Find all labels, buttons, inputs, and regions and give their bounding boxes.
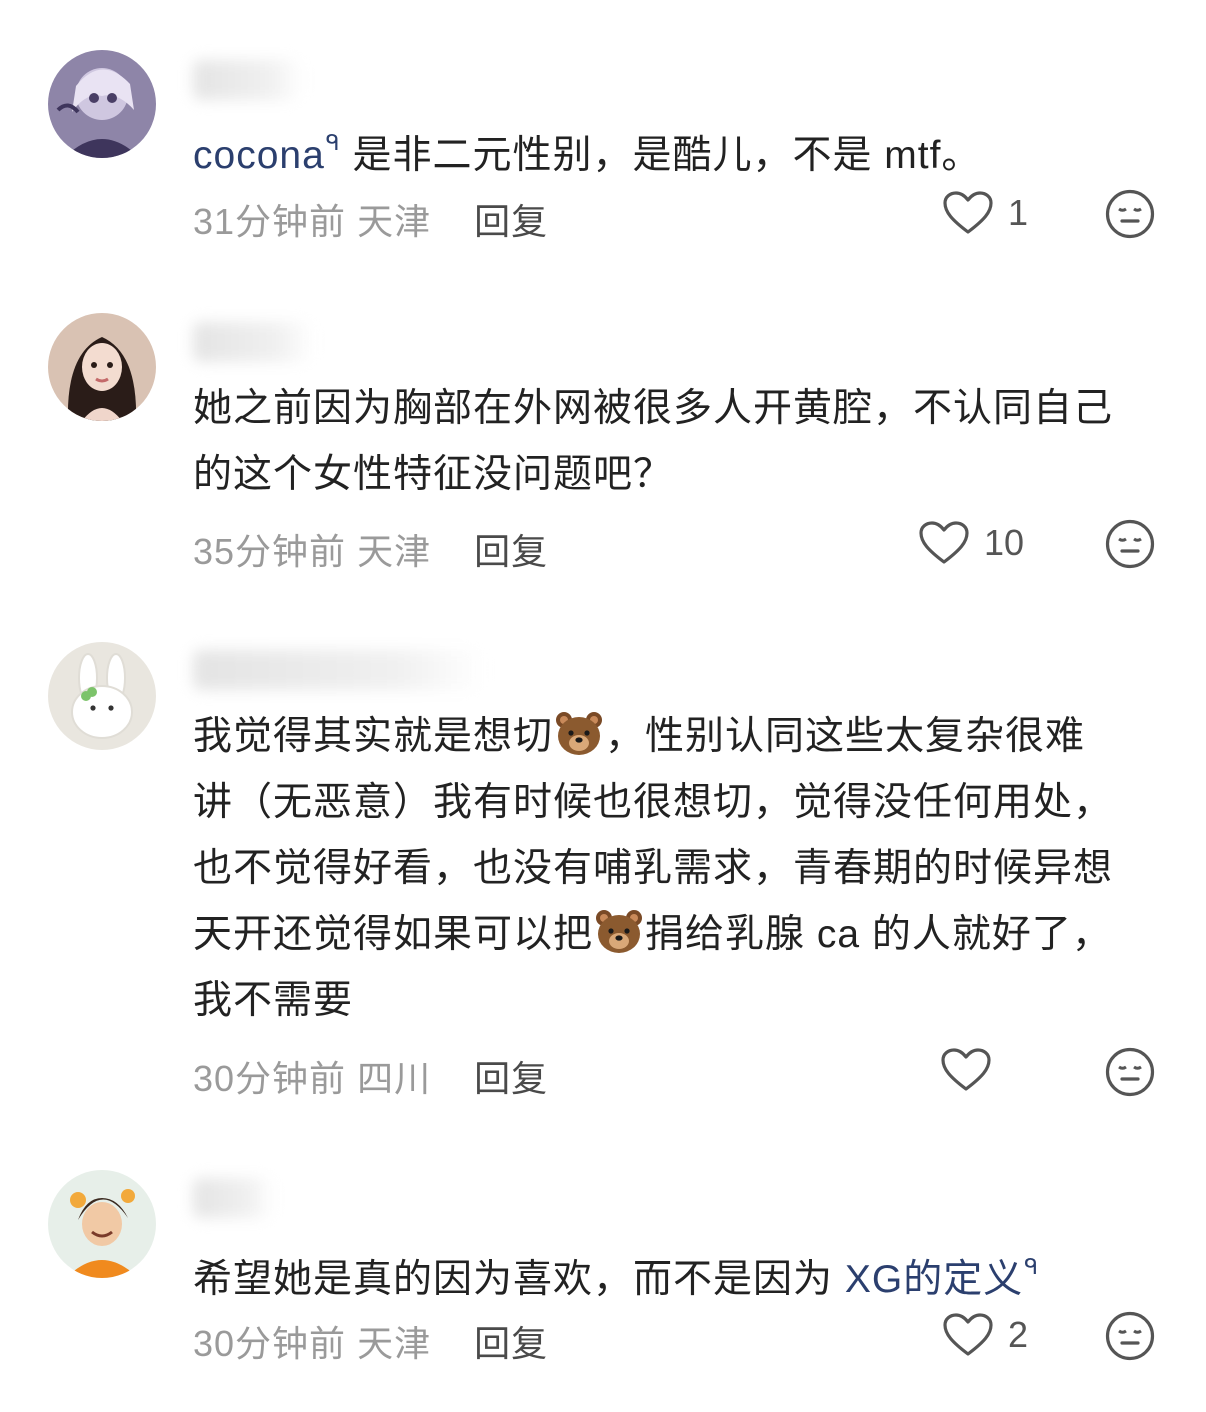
- timestamp: 30分钟前: [193, 1058, 347, 1099]
- avatar[interactable]: [48, 50, 156, 158]
- avatar[interactable]: [48, 313, 156, 421]
- reply-button[interactable]: 回复: [474, 1058, 548, 1099]
- heart-outline-icon: [942, 190, 994, 236]
- location: 天津: [357, 531, 432, 572]
- comment-meta: 30分钟前 四川 回复: [193, 1050, 548, 1102]
- timestamp: 35分钟前: [193, 531, 347, 572]
- search-icon: ᑫ: [325, 130, 341, 155]
- like-count: 2: [1008, 1314, 1029, 1355]
- username-blurred[interactable]: [193, 322, 313, 362]
- search-icon: ᑫ: [1024, 1254, 1040, 1279]
- comment-body: 她之前因为胸部在外网被很多人开黄腔，不认同自己 的这个女性特征没问题吧？: [193, 387, 1114, 496]
- comment-meta: 35分钟前 天津 回复: [193, 523, 548, 575]
- like-button[interactable]: [940, 1047, 1006, 1093]
- heart-outline-icon: [918, 520, 970, 566]
- meh-face-icon[interactable]: [1104, 1046, 1156, 1098]
- meh-face-icon[interactable]: [1104, 518, 1156, 570]
- location: 天津: [357, 1323, 432, 1364]
- timestamp: 31分钟前: [193, 201, 347, 242]
- username-blurred[interactable]: [193, 650, 483, 690]
- topic-link[interactable]: XG的定义ᑫ: [845, 1254, 1039, 1301]
- heart-outline-icon: [942, 1312, 994, 1358]
- meh-face-icon[interactable]: [1104, 1310, 1156, 1362]
- reply-button[interactable]: 回复: [474, 1323, 548, 1364]
- location: 四川: [357, 1058, 432, 1099]
- like-button[interactable]: 2: [942, 1312, 1028, 1358]
- comment-meta: 31分钟前 天津 回复: [193, 193, 548, 245]
- bear-emoji: [553, 709, 605, 757]
- comment-body: 希望她是真的因为喜欢，而不是因为 XG的定义ᑫ: [193, 1254, 1040, 1301]
- like-count: 10: [984, 522, 1025, 563]
- comment-body: coconaᑫ 是非二元性别，是酷儿，不是 mtf。: [193, 130, 982, 177]
- avatar[interactable]: [48, 1170, 156, 1278]
- reply-button[interactable]: 回复: [474, 201, 548, 242]
- timestamp: 30分钟前: [193, 1323, 347, 1364]
- avatar[interactable]: [48, 642, 156, 750]
- meh-face-icon[interactable]: [1104, 188, 1156, 240]
- heart-outline-icon: [940, 1047, 992, 1093]
- comment-meta: 30分钟前 天津 回复: [193, 1315, 548, 1367]
- username-blurred[interactable]: [193, 60, 303, 100]
- location: 天津: [357, 201, 432, 242]
- bear-emoji: [593, 907, 645, 955]
- like-button[interactable]: 10: [918, 520, 1024, 566]
- username-blurred[interactable]: [193, 1178, 273, 1218]
- like-count: 1: [1008, 192, 1029, 233]
- reply-button[interactable]: 回复: [474, 531, 548, 572]
- like-button[interactable]: 1: [942, 190, 1028, 236]
- comment-body: 我觉得其实就是想切 ，性别认同这些太复杂很难 讲（无恶意）我有时候也很想切，觉得没…: [193, 704, 1173, 1034]
- mention-link[interactable]: coconaᑫ: [193, 130, 341, 177]
